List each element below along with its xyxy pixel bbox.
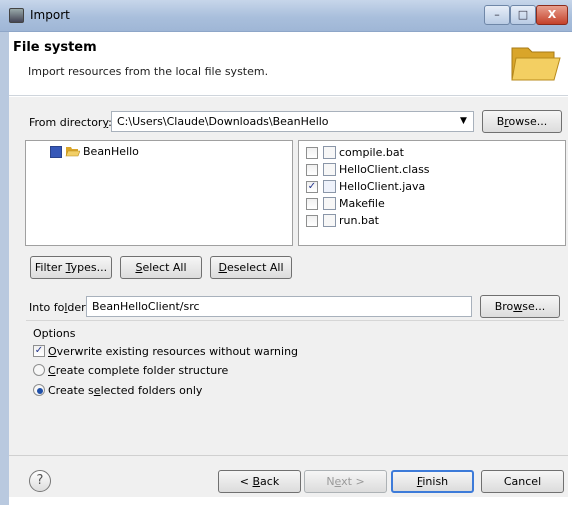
chevron-down-icon[interactable]: ▼ [460,116,467,126]
overwrite-label[interactable]: Overwrite existing resources without war… [48,345,298,358]
file-checkbox[interactable] [306,198,318,210]
bat-file-icon [323,146,336,159]
file-name[interactable]: HelloClient.java [339,180,425,193]
options-title: Options [33,327,76,340]
window-title: Import [30,8,70,22]
file-name[interactable]: compile.bat [339,146,404,159]
browse-destination-button[interactable]: Browse... [480,295,560,318]
maximize-button[interactable]: □ [510,5,536,25]
complete-structure-radio[interactable] [33,364,45,376]
complete-structure-label[interactable]: Create complete folder structure [48,364,228,377]
file-checkbox[interactable]: ✓ [306,181,318,193]
app-icon [9,8,24,23]
footer-divider [9,455,568,456]
text-file-icon [323,197,336,210]
help-icon[interactable]: ? [29,470,51,492]
from-directory-label: From directory: [29,116,112,129]
into-folder-label: Into folder: [29,301,90,314]
close-button[interactable]: X [536,5,568,25]
deselect-all-button[interactable]: Deselect All [210,256,292,279]
back-button[interactable]: < Back [218,470,301,493]
page-description: Import resources from the local file sys… [28,65,269,78]
class-file-icon [323,163,336,176]
browse-source-button[interactable]: Browse... [482,110,562,133]
file-name[interactable]: Makefile [339,197,385,210]
file-checkbox[interactable] [306,164,318,176]
selected-folders-label[interactable]: Create selected folders only [48,384,202,397]
minimize-button[interactable]: – [484,5,510,25]
cancel-button[interactable]: Cancel [481,470,564,493]
file-name[interactable]: HelloClient.class [339,163,430,176]
from-directory-value: C:\Users\Claude\Downloads\BeanHello [117,115,329,128]
select-all-button[interactable]: Select All [120,256,202,279]
page-title: File system [13,40,97,55]
overwrite-checkbox[interactable]: ✓ [33,345,45,357]
folder-open-icon [65,147,80,157]
finish-button[interactable]: Finish [391,470,474,493]
tree-item-label[interactable]: BeanHello [83,145,139,158]
selected-folders-radio[interactable] [33,384,45,396]
tree-item-checkbox[interactable] [50,146,62,158]
next-button[interactable]: Next > [304,470,387,493]
java-file-icon [323,180,336,193]
into-folder-value: BeanHelloClient/src [92,300,200,313]
bat-file-icon [323,214,336,227]
into-folder-input[interactable]: BeanHelloClient/src [86,296,472,317]
folder-icon [511,47,561,81]
filter-types-button[interactable]: Filter Types... [30,256,112,279]
from-directory-combo[interactable]: C:\Users\Claude\Downloads\BeanHello [111,111,474,132]
file-checkbox[interactable] [306,147,318,159]
file-name[interactable]: run.bat [339,214,379,227]
file-checkbox[interactable] [306,215,318,227]
window-frame [0,32,9,505]
